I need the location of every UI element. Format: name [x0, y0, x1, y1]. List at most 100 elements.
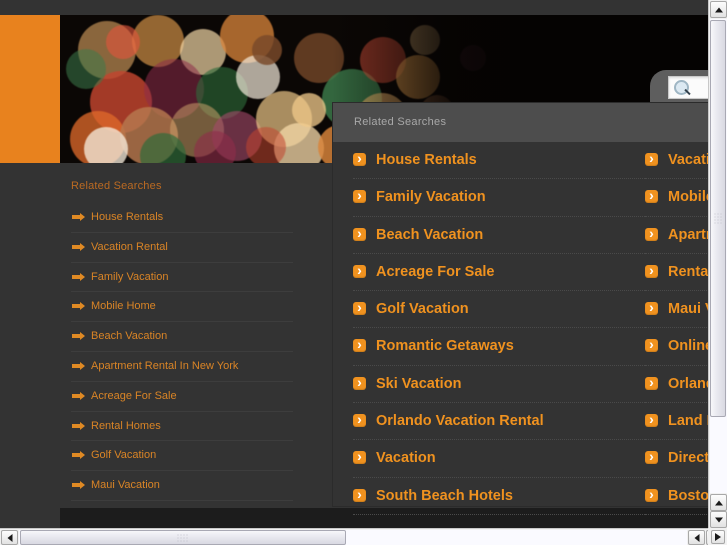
- chevron-right-icon: [353, 372, 366, 393]
- related-search-link[interactable]: Land For Sale: [645, 403, 708, 441]
- scrollbar-grip-icon: [713, 212, 723, 225]
- search-input[interactable]: [668, 76, 708, 99]
- chevron-right-icon: [645, 185, 658, 206]
- related-search-label: Orlando Vacation Rental: [376, 413, 544, 430]
- related-search-label: Online Vacation: [668, 338, 708, 355]
- chevron-right-icon: [645, 409, 658, 430]
- arrow-bullet-icon: [72, 391, 85, 400]
- list-item[interactable]: Mobile Home: [71, 292, 293, 323]
- related-search-label: Mobile Home: [668, 189, 708, 206]
- related-search-label: Golf Vacation: [376, 301, 469, 318]
- related-search-label: Beach Vacation: [376, 226, 484, 243]
- related-search-link[interactable]: Family Vacation: [353, 179, 653, 217]
- scrollbar-grip-icon: [176, 533, 190, 542]
- arrow-bullet-icon: [72, 332, 85, 341]
- related-search-link[interactable]: Vacation: [353, 440, 653, 478]
- related-search-link[interactable]: Online Vacation: [645, 328, 708, 366]
- related-search-link[interactable]: Mobile Home: [645, 179, 708, 217]
- related-search-link[interactable]: House Rentals: [353, 142, 653, 180]
- list-item-label: Golf Vacation: [91, 449, 157, 462]
- overlay-header: Related Searches: [333, 103, 708, 142]
- overlay-column-left: House Rentals Family Vacation Beach Vacati…: [353, 142, 653, 515]
- related-search-label: Orlando Vacation: [668, 375, 708, 392]
- list-item-label: Family Vacation: [91, 270, 169, 283]
- list-item[interactable]: Beach Vacation: [71, 322, 293, 352]
- list-item[interactable]: Apartment Rental In New York: [71, 352, 293, 382]
- related-search-label: Boston Hotels: [668, 487, 708, 504]
- triangle-left-icon: [694, 533, 699, 542]
- related-search-link[interactable]: Golf Vacation: [353, 291, 653, 329]
- arrow-bullet-icon: [72, 451, 85, 460]
- related-search-link[interactable]: South Beach Hotels: [353, 478, 653, 515]
- page-viewport: Related Searches House Rentals Vacation R…: [0, 0, 708, 528]
- triangle-up-icon: [714, 7, 723, 12]
- chevron-right-icon: [353, 446, 366, 467]
- chevron-right-icon: [645, 223, 658, 244]
- related-search-label: Maui Vacation: [668, 301, 708, 318]
- arrow-bullet-icon: [72, 361, 85, 370]
- related-search-link[interactable]: Orlando Vacation Rental: [353, 403, 653, 441]
- chevron-right-icon: [353, 484, 366, 505]
- list-item-label: Beach Vacation: [91, 330, 168, 343]
- scroll-left-button[interactable]: [1, 530, 18, 545]
- chevron-right-icon: [645, 148, 658, 169]
- chevron-right-icon: [645, 484, 658, 505]
- list-item[interactable]: Maui Vacation: [71, 471, 293, 501]
- list-item[interactable]: House Rentals: [71, 203, 293, 233]
- list-item[interactable]: Family Vacation: [71, 263, 293, 293]
- related-search-link[interactable]: Ski Vacation: [353, 366, 653, 404]
- arrow-bullet-icon: [72, 213, 85, 221]
- chevron-right-icon: [353, 223, 366, 244]
- related-search-label: Vacation Rental: [668, 152, 708, 168]
- related-search-link[interactable]: Rental Homes: [645, 254, 708, 292]
- related-search-link[interactable]: Beach Vacation: [353, 217, 653, 254]
- list-item-label: Vacation Rental: [91, 240, 168, 253]
- chevron-right-icon: [353, 409, 366, 430]
- list-item[interactable]: Vacation Rental: [71, 233, 293, 263]
- related-searches-overlay: Related Searches House Rentals Family Vac…: [333, 103, 708, 515]
- related-search-label: Acreage For Sale: [376, 263, 495, 280]
- scroll-up-button[interactable]: [710, 1, 727, 18]
- vertical-scrollbar[interactable]: [708, 0, 727, 528]
- magnifier-icon: [674, 80, 689, 95]
- related-search-label: House Rentals: [376, 152, 477, 168]
- horizontal-scrollbar-thumb[interactable]: [20, 530, 346, 545]
- scroll-down-button[interactable]: [710, 494, 727, 511]
- related-search-label: Vacation: [376, 450, 436, 467]
- list-item[interactable]: Golf Vacation: [71, 441, 293, 472]
- related-search-label: Romantic Getaways: [376, 338, 514, 355]
- chevron-right-icon: [645, 446, 658, 467]
- arrow-bullet-icon: [72, 302, 85, 311]
- related-search-label: Direct Travel: [668, 450, 708, 467]
- chevron-right-icon: [353, 185, 366, 206]
- related-search-link[interactable]: Orlando Vacation: [645, 366, 708, 404]
- horizontal-scrollbar[interactable]: [0, 528, 727, 545]
- chevron-right-icon: [645, 297, 658, 318]
- list-item[interactable]: Acreage For Sale: [71, 382, 293, 412]
- related-search-label: Apartment Rental In New York: [668, 226, 708, 243]
- related-search-link[interactable]: Direct Travel: [645, 440, 708, 478]
- related-search-link[interactable]: Apartment Rental In New York: [645, 217, 708, 254]
- chevron-right-icon: [353, 297, 366, 318]
- background-panel-heading: Related Searches: [71, 180, 162, 192]
- vertical-scrollbar-thumb[interactable]: [710, 20, 726, 417]
- list-item-label: House Rentals: [91, 211, 164, 223]
- resize-grip-icon[interactable]: [711, 530, 725, 544]
- triangle-left-icon: [7, 533, 12, 542]
- overlay-column-right: Vacation Rental Mobile Home Apartment Rent…: [645, 142, 708, 515]
- arrow-bullet-icon: [72, 421, 85, 430]
- related-search-link[interactable]: Romantic Getaways: [353, 328, 653, 366]
- scroll-right-button[interactable]: [688, 530, 705, 545]
- related-search-link[interactable]: Vacation Rental: [645, 142, 708, 180]
- chevron-right-icon: [353, 148, 366, 169]
- chevron-right-icon: [645, 334, 658, 355]
- related-search-link[interactable]: Acreage For Sale: [353, 254, 653, 292]
- related-search-link[interactable]: Maui Vacation: [645, 291, 708, 329]
- list-item[interactable]: Rental Homes: [71, 412, 293, 442]
- scroll-down-button-secondary[interactable]: [710, 511, 727, 528]
- related-search-link[interactable]: Boston Hotels: [645, 478, 708, 515]
- overlay-body: House Rentals Family Vacation Beach Vacati…: [333, 142, 708, 515]
- scrollbar-corner: [708, 528, 727, 545]
- list-item-label: Maui Vacation: [91, 479, 160, 492]
- overlay-title: Related Searches: [354, 116, 447, 128]
